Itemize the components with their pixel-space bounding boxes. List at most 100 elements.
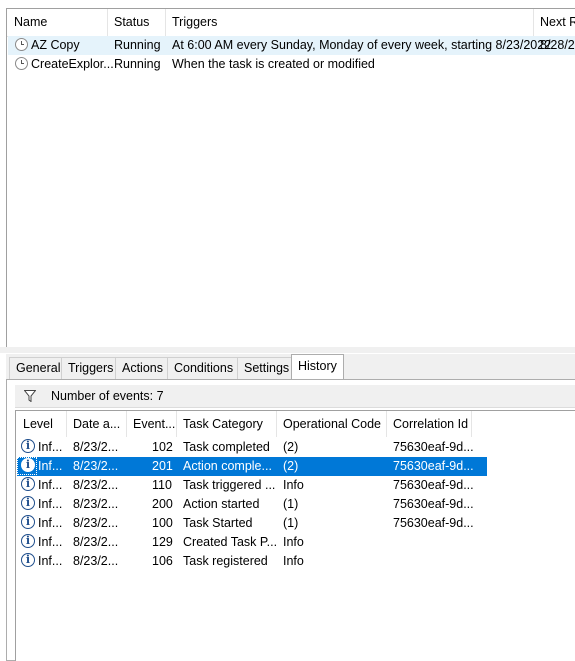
history-panel: Number of events: 7 Level Date a... Even… bbox=[6, 379, 575, 661]
column-header-next-run[interactable]: Next R bbox=[540, 15, 575, 29]
event-category: Task registered bbox=[183, 554, 268, 568]
task-triggers: When the task is created or modified bbox=[172, 57, 375, 71]
event-opcode: Info bbox=[283, 554, 304, 568]
clock-icon bbox=[15, 38, 28, 51]
event-row[interactable]: i Inf... 8/23/2... 200 Action started (1… bbox=[17, 495, 487, 514]
event-list[interactable]: Level Date a... Event... Task Category O… bbox=[15, 410, 575, 661]
info-icon: i bbox=[21, 515, 35, 529]
event-date: 8/23/2... bbox=[73, 516, 119, 530]
event-category: Created Task P... bbox=[183, 535, 278, 549]
column-header-triggers[interactable]: Triggers bbox=[172, 15, 217, 29]
event-list-header: Level Date a... Event... Task Category O… bbox=[16, 411, 575, 437]
event-opcode: (2) bbox=[283, 459, 299, 473]
task-name: CreateExplor... bbox=[31, 57, 114, 71]
column-header-status[interactable]: Status bbox=[114, 15, 149, 29]
tab-strip: General Triggers Actions Conditions Sett… bbox=[6, 354, 575, 380]
events-toolbar: Number of events: 7 bbox=[15, 385, 575, 408]
event-correlation-id: 75630eaf-9d... bbox=[393, 440, 474, 454]
event-correlation-id: 75630eaf-9d... bbox=[393, 497, 474, 511]
tab-history[interactable]: History bbox=[291, 354, 344, 380]
column-header-operational-code[interactable]: Operational Code bbox=[283, 417, 381, 431]
event-correlation-id: 75630eaf-9d... bbox=[393, 478, 474, 492]
event-level: Inf... bbox=[38, 459, 63, 473]
event-id: 102 bbox=[152, 440, 173, 454]
info-icon: i bbox=[21, 553, 35, 567]
tab-conditions[interactable]: Conditions bbox=[167, 357, 241, 379]
pane-splitter[interactable] bbox=[0, 347, 575, 353]
event-level: Inf... bbox=[38, 554, 63, 568]
info-icon: i bbox=[21, 477, 35, 491]
event-category: Task Started bbox=[183, 516, 253, 530]
column-divider[interactable] bbox=[471, 411, 472, 437]
event-row[interactable]: i Inf... 8/23/2... 106 Task registered I… bbox=[17, 552, 487, 571]
event-opcode: Info bbox=[283, 478, 304, 492]
event-id: 100 bbox=[152, 516, 173, 530]
event-category: Task completed bbox=[183, 440, 270, 454]
event-correlation-id: 75630eaf-9d... bbox=[393, 459, 474, 473]
column-divider[interactable] bbox=[533, 9, 534, 36]
event-id: 129 bbox=[152, 535, 173, 549]
event-date: 8/23/2... bbox=[73, 440, 119, 454]
task-list[interactable]: Name Status Triggers Next R AZ Copy Runn… bbox=[6, 8, 575, 348]
info-icon: i bbox=[21, 439, 35, 453]
event-opcode: Info bbox=[283, 535, 304, 549]
event-date: 8/23/2... bbox=[73, 535, 119, 549]
column-divider[interactable] bbox=[66, 411, 67, 437]
column-divider[interactable] bbox=[386, 411, 387, 437]
event-id: 106 bbox=[152, 554, 173, 568]
task-next-run: 8/28/2 bbox=[540, 38, 575, 52]
event-date: 8/23/2... bbox=[73, 554, 119, 568]
event-opcode: (2) bbox=[283, 440, 299, 454]
column-divider[interactable] bbox=[126, 411, 127, 437]
info-icon: i bbox=[21, 496, 35, 510]
event-row-selected[interactable]: i Inf... 8/23/2... 201 Action comple... … bbox=[17, 457, 487, 476]
event-date: 8/23/2... bbox=[73, 459, 119, 473]
event-row[interactable]: i Inf... 8/23/2... 129 Created Task P...… bbox=[17, 533, 487, 552]
clock-icon bbox=[15, 57, 28, 70]
task-row[interactable]: AZ Copy Running At 6:00 AM every Sunday,… bbox=[8, 36, 575, 55]
tab-triggers[interactable]: Triggers bbox=[61, 357, 121, 379]
info-icon: i bbox=[21, 458, 35, 472]
event-id: 201 bbox=[152, 459, 173, 473]
event-id: 200 bbox=[152, 497, 173, 511]
column-divider[interactable] bbox=[165, 9, 166, 36]
tab-actions[interactable]: Actions bbox=[115, 357, 170, 379]
events-count: Number of events: 7 bbox=[51, 389, 164, 403]
column-header-correlation-id[interactable]: Correlation Id bbox=[393, 417, 468, 431]
event-category: Task triggered ... bbox=[183, 478, 276, 492]
column-header-event-id[interactable]: Event... bbox=[133, 417, 175, 431]
filter-icon[interactable] bbox=[24, 390, 36, 402]
column-divider[interactable] bbox=[276, 411, 277, 437]
event-row[interactable]: i Inf... 8/23/2... 110 Task triggered ..… bbox=[17, 476, 487, 495]
task-status: Running bbox=[114, 57, 161, 71]
tab-general[interactable]: General bbox=[9, 357, 68, 379]
event-date: 8/23/2... bbox=[73, 478, 119, 492]
info-icon: i bbox=[21, 534, 35, 548]
event-category: Action comple... bbox=[183, 459, 272, 473]
event-level: Inf... bbox=[38, 478, 63, 492]
column-header-task-category[interactable]: Task Category bbox=[183, 417, 263, 431]
column-divider[interactable] bbox=[176, 411, 177, 437]
event-category: Action started bbox=[183, 497, 260, 511]
event-row[interactable]: i Inf... 8/23/2... 102 Task completed (2… bbox=[17, 438, 487, 457]
task-list-header: Name Status Triggers Next R bbox=[7, 9, 575, 37]
column-header-date[interactable]: Date a... bbox=[73, 417, 120, 431]
column-divider[interactable] bbox=[107, 9, 108, 36]
column-header-name[interactable]: Name bbox=[14, 15, 47, 29]
event-opcode: (1) bbox=[283, 497, 299, 511]
event-row[interactable]: i Inf... 8/23/2... 100 Task Started (1) … bbox=[17, 514, 487, 533]
event-correlation-id: 75630eaf-9d... bbox=[393, 516, 474, 530]
event-level: Inf... bbox=[38, 440, 63, 454]
task-name: AZ Copy bbox=[31, 38, 80, 52]
event-level: Inf... bbox=[38, 497, 63, 511]
task-status: Running bbox=[114, 38, 161, 52]
event-date: 8/23/2... bbox=[73, 497, 119, 511]
event-opcode: (1) bbox=[283, 516, 299, 530]
column-header-level[interactable]: Level bbox=[23, 417, 53, 431]
event-id: 110 bbox=[152, 478, 172, 492]
task-triggers: At 6:00 AM every Sunday, Monday of every… bbox=[172, 38, 552, 52]
event-level: Inf... bbox=[38, 535, 63, 549]
tab-settings[interactable]: Settings bbox=[237, 357, 297, 379]
event-level: Inf... bbox=[38, 516, 63, 530]
task-row[interactable]: CreateExplor... Running When the task is… bbox=[8, 55, 575, 74]
